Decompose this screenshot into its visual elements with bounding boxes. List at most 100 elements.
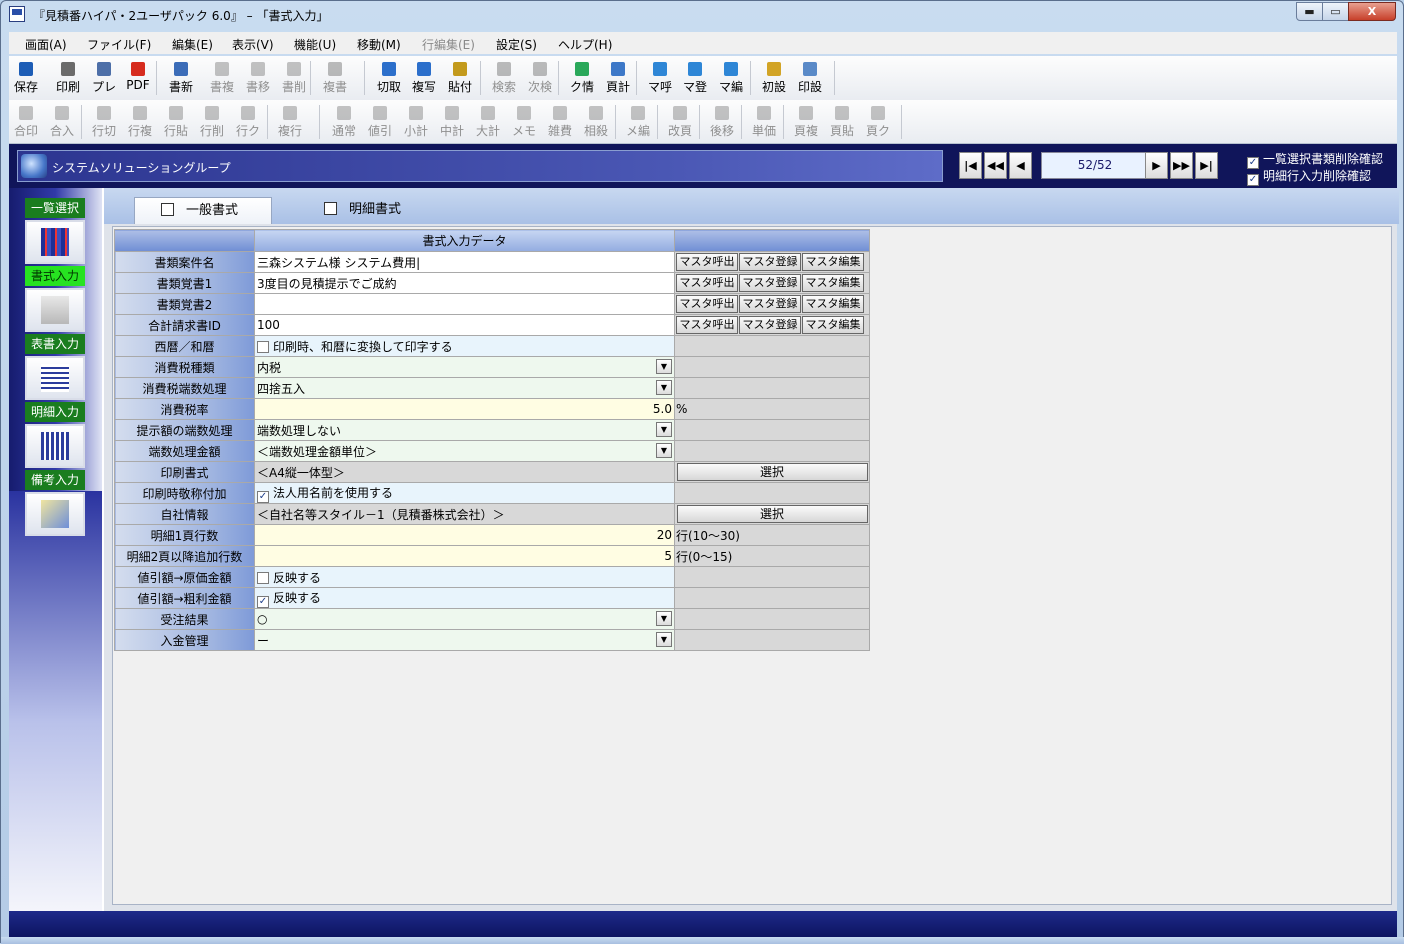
toolbar-row-cut-button[interactable]: 行切 — [87, 102, 121, 142]
field-number[interactable]: 20 — [254, 524, 675, 546]
menu-item[interactable]: 表示(V) — [232, 36, 274, 53]
chevron-down-icon[interactable]: ▼ — [656, 422, 672, 437]
toolbar-row-clear-button[interactable]: 行ク — [231, 102, 265, 142]
master-call-button[interactable]: マスタ呼出 — [676, 295, 738, 313]
menu-item[interactable]: 行編集(E) — [422, 36, 475, 53]
master-edit-button[interactable]: マスタ編集 — [802, 274, 864, 292]
row-delete-confirm[interactable]: ✓ 明細行入力削除確認 — [1247, 167, 1371, 186]
toolbar-midtotal-button[interactable]: 中計 — [435, 102, 469, 142]
toolbar-memo-button[interactable]: メモ — [507, 102, 541, 142]
toolbar-search-next-button[interactable]: 次検 — [523, 58, 557, 98]
menu-item[interactable]: 編集(E) — [172, 36, 213, 53]
field-select[interactable]: ＜端数処理金額単位＞ ▼ — [254, 440, 675, 462]
toolbar-page-clear-button[interactable]: 頁ク — [861, 102, 895, 142]
master-register-button[interactable]: マスタ登録 — [739, 274, 801, 292]
toolbar-client-info-button[interactable]: ク情 — [565, 58, 599, 98]
menu-item[interactable]: ヘルプ(H) — [558, 36, 612, 53]
chevron-down-icon[interactable]: ▼ — [656, 380, 672, 395]
toolbar-memo-edit-button[interactable]: メ編 — [621, 102, 655, 142]
next-page-button[interactable]: ▶ — [1145, 152, 1168, 179]
title-bar[interactable]: 『見積番ハイパ・2ユーザパック 6.0』 – 「書式入力」 ▬ ▭ X — [1, 1, 1403, 31]
field-check[interactable]: 反映する — [254, 566, 675, 588]
toolbar-delete-doc-button[interactable]: 書削 — [277, 58, 311, 98]
field-select[interactable]: 内税 ▼ — [254, 356, 675, 378]
toolbar-move-back-button[interactable]: 後移 — [705, 102, 739, 142]
toolbar-multi-row-button[interactable]: 複行 — [273, 102, 307, 142]
toolbar-copy-doc-button[interactable]: 書複 — [205, 58, 239, 98]
last-page-button[interactable]: ▶| — [1195, 152, 1218, 179]
field-select[interactable]: 四捨五入 ▼ — [254, 377, 675, 399]
field-select[interactable]: ー ▼ — [254, 629, 675, 651]
minimize-button[interactable]: ▬ — [1296, 2, 1323, 21]
field-number[interactable]: 5.0 — [254, 398, 675, 420]
toolbar-merge-input-button[interactable]: 合入 — [45, 102, 79, 142]
toolbar-master-register-button[interactable]: マ登 — [678, 58, 712, 98]
field-text[interactable] — [254, 293, 675, 315]
toolbar-print-settings-button[interactable]: 印設 — [793, 58, 827, 98]
toolbar-page-paste-button[interactable]: 頁貼 — [825, 102, 859, 142]
prev-fast-button[interactable]: ◀◀ — [984, 152, 1007, 179]
master-edit-button[interactable]: マスタ編集 — [802, 253, 864, 271]
next-fast-button[interactable]: ▶▶ — [1170, 152, 1193, 179]
tab-detail-format[interactable]: 明細書式 — [324, 197, 454, 224]
field-check[interactable]: ✓ 法人用名前を使用する — [254, 482, 675, 504]
checkbox-checked[interactable]: ✓ — [257, 595, 269, 608]
checkbox-unchecked[interactable] — [257, 340, 269, 353]
chevron-down-icon[interactable]: ▼ — [656, 611, 672, 626]
toolbar-merge-print-button[interactable]: 合印 — [9, 102, 43, 142]
sidebar-list-grid-button[interactable] — [25, 220, 85, 264]
prev-page-button[interactable]: ◀ — [1009, 152, 1032, 179]
toolbar-page-total-button[interactable]: 頁計 — [601, 58, 635, 98]
chevron-down-icon[interactable]: ▼ — [656, 632, 672, 647]
close-button[interactable]: X — [1348, 2, 1396, 21]
field-text[interactable]: 3度目の見積提示でご成約 — [254, 272, 675, 294]
toolbar-discount-button[interactable]: 値引 — [363, 102, 397, 142]
toolbar-cut-button[interactable]: 切取 — [372, 58, 406, 98]
master-call-button[interactable]: マスタ呼出 — [676, 274, 738, 292]
field-text[interactable]: 三森システム様 システム費用| — [254, 251, 675, 273]
master-register-button[interactable]: マスタ登録 — [739, 253, 801, 271]
toolbar-grandtotal-button[interactable]: 大計 — [471, 102, 505, 142]
field-select[interactable]: ○ ▼ — [254, 608, 675, 630]
master-call-button[interactable]: マスタ呼出 — [676, 316, 738, 334]
toolbar-multi-doc-button[interactable]: 複書 — [318, 58, 352, 98]
chevron-down-icon[interactable]: ▼ — [656, 359, 672, 374]
toolbar-offset-button[interactable]: 相殺 — [579, 102, 613, 142]
menu-item[interactable]: 機能(U) — [294, 36, 336, 53]
toolbar-move-doc-button[interactable]: 書移 — [241, 58, 275, 98]
toolbar-row-delete-button[interactable]: 行削 — [195, 102, 229, 142]
toolbar-page-copy-button[interactable]: 頁複 — [789, 102, 823, 142]
checkbox-unchecked[interactable] — [257, 571, 269, 584]
chevron-down-icon[interactable]: ▼ — [656, 443, 672, 458]
toolbar-print-button[interactable]: 印刷 — [51, 58, 85, 98]
first-page-button[interactable]: |◀ — [959, 152, 982, 179]
checkbox-checked[interactable]: ✓ — [1247, 174, 1259, 186]
toolbar-paste-button[interactable]: 貼付 — [443, 58, 477, 98]
master-edit-button[interactable]: マスタ編集 — [802, 295, 864, 313]
master-edit-button[interactable]: マスタ編集 — [802, 316, 864, 334]
toolbar-row-copy-button[interactable]: 行複 — [123, 102, 157, 142]
select-button[interactable]: 選択 — [676, 463, 868, 481]
toolbar-initial-settings-button[interactable]: 初設 — [757, 58, 791, 98]
toolbar-master-call-button[interactable]: マ呼 — [643, 58, 677, 98]
sidebar-format-ruler-button[interactable] — [25, 288, 85, 332]
toolbar-new-doc-button[interactable]: 書新 — [164, 58, 198, 98]
menu-item[interactable]: 設定(S) — [496, 36, 537, 53]
toolbar-preview-button[interactable]: プレ — [87, 58, 121, 98]
master-register-button[interactable]: マスタ登録 — [739, 316, 801, 334]
toolbar-row-paste-button[interactable]: 行貼 — [159, 102, 193, 142]
field-check[interactable]: 印刷時、和暦に変換して印字する — [254, 335, 675, 357]
menu-item[interactable]: 画面(A) — [25, 36, 67, 53]
field-select[interactable]: 端数処理しない ▼ — [254, 419, 675, 441]
toolbar-misc-cost-button[interactable]: 雑費 — [543, 102, 577, 142]
toolbar-copy-button[interactable]: 複写 — [407, 58, 441, 98]
toolbar-subtotal-button[interactable]: 小計 — [399, 102, 433, 142]
menu-item[interactable]: 移動(M) — [357, 36, 401, 53]
toolbar-unit-price-button[interactable]: 単価 — [747, 102, 781, 142]
field-check[interactable]: ✓ 反映する — [254, 587, 675, 609]
master-call-button[interactable]: マスタ呼出 — [676, 253, 738, 271]
select-button[interactable]: 選択 — [676, 505, 868, 523]
menu-item[interactable]: ファイル(F) — [87, 36, 151, 53]
toolbar-normal-row-button[interactable]: 通常 — [327, 102, 361, 142]
maximize-button[interactable]: ▭ — [1322, 2, 1349, 21]
